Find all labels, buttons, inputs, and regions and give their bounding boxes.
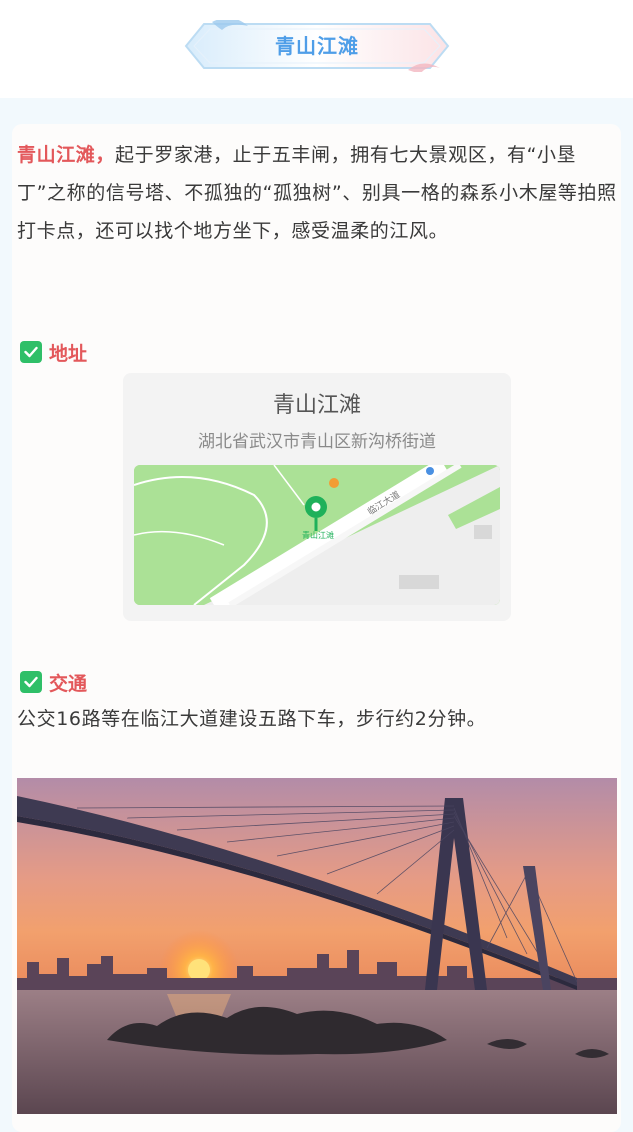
traffic-text: 公交16路等在临江大道建设五路下车，步行约2分钟。	[17, 708, 487, 730]
address-section-header: 地址	[20, 339, 87, 365]
address-label: 地址	[49, 342, 88, 365]
page-title: 青山江滩	[275, 34, 359, 58]
traffic-label: 交通	[49, 672, 88, 695]
page-header: 青山江滩	[0, 0, 633, 98]
map-card[interactable]: 青山江滩 湖北省武汉市青山区新沟桥街道 青山江滩 临江大道	[123, 373, 511, 621]
check-icon	[20, 671, 42, 693]
map-place-name: 青山江滩	[272, 393, 361, 418]
intro-highlight: 青山江滩，	[17, 144, 116, 166]
bridge-sunset-photo	[17, 778, 617, 1114]
traffic-section-header: 交通	[20, 669, 87, 695]
map-graphic: 青山江滩 临江大道	[134, 465, 500, 605]
intro-paragraph: 青山江滩，起于罗家港，止于五丰闸，拥有七大景观区，有“小垦丁”之称的信号塔、不孤…	[17, 136, 617, 250]
title-badge: 青山江滩	[182, 20, 452, 72]
check-icon	[20, 341, 42, 363]
map-view[interactable]: 青山江滩 临江大道	[134, 465, 500, 605]
map-place-address: 湖北省武汉市青山区新沟桥街道	[198, 432, 436, 452]
map-pin-label: 青山江滩	[302, 530, 334, 540]
